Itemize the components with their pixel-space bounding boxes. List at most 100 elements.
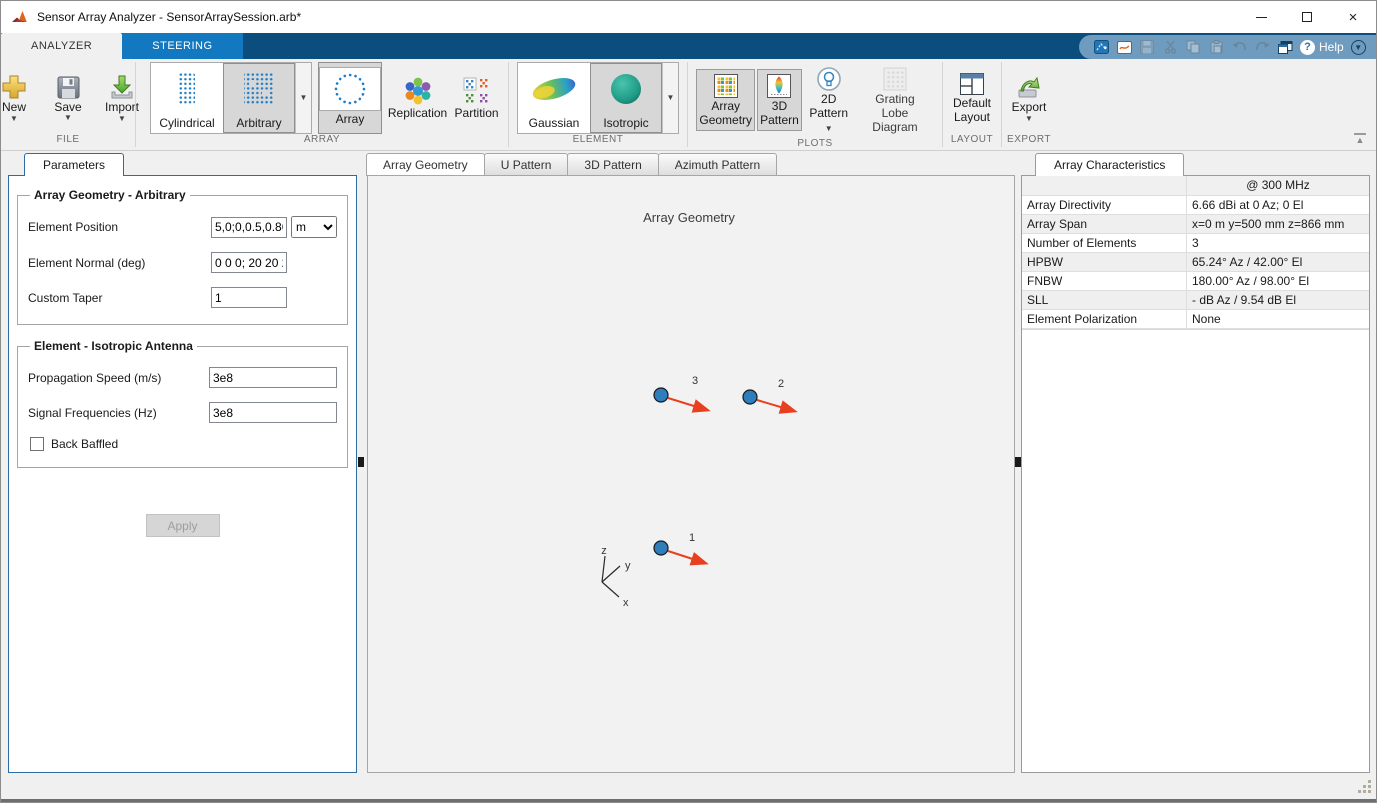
- plot-panel: Array Geometry U Pattern 3D Pattern Azim…: [366, 153, 1015, 773]
- tab-analyzer[interactable]: ANALYZER: [1, 33, 123, 59]
- help-button[interactable]: ? Help: [1300, 39, 1344, 55]
- pattern-3d-icon: [767, 73, 792, 98]
- array-geometry-group: Array Geometry - Arbitrary Element Posit…: [17, 188, 348, 325]
- save-button[interactable]: Save ▼: [46, 71, 90, 126]
- element-2-marker: [742, 389, 758, 405]
- grating-lobe-diagram-button[interactable]: Grating Lobe Diagram: [856, 62, 934, 138]
- main-content: Parameters Array Geometry - Arbitrary El…: [1, 151, 1376, 774]
- element-normal-label: Element Normal (deg): [28, 255, 146, 270]
- partition-icon: [463, 77, 487, 102]
- redo-icon[interactable]: [1254, 39, 1270, 55]
- propagation-speed-input[interactable]: [209, 367, 337, 388]
- apply-button[interactable]: Apply: [145, 514, 220, 537]
- new-button[interactable]: New ▼: [0, 70, 36, 126]
- plot-3d-pattern-button[interactable]: 3D Pattern: [757, 68, 802, 132]
- back-baffled-label: Back Baffled: [51, 437, 119, 451]
- arbitrary-array-icon: [223, 63, 295, 115]
- characteristics-header-row: @ 300 MHz: [1022, 176, 1369, 196]
- left-splitter[interactable]: [357, 153, 365, 773]
- element-position-input[interactable]: [211, 216, 287, 238]
- help-label: Help: [1319, 40, 1344, 54]
- plot-array-geometry-button[interactable]: Array Geometry: [696, 68, 756, 132]
- tab-3d-pattern[interactable]: 3D Pattern: [567, 153, 659, 176]
- back-baffled-checkbox[interactable]: [30, 437, 44, 451]
- element-gaussian[interactable]: Gaussian: [518, 63, 590, 133]
- element-position-unit-select[interactable]: m: [291, 216, 337, 238]
- paste-icon[interactable]: [1208, 39, 1224, 55]
- element-normal-input[interactable]: [211, 252, 287, 273]
- array-icon: [319, 67, 381, 111]
- figure-window-icon[interactable]: [1116, 39, 1132, 55]
- default-layout-icon: [960, 72, 984, 95]
- replication-icon: [405, 77, 430, 104]
- maximize-button[interactable]: [1284, 1, 1330, 33]
- pattern-2d-caret[interactable]: ▼: [825, 124, 833, 133]
- isotropic-element-icon: [590, 63, 662, 115]
- section-label-element: ELEMENT: [572, 134, 624, 145]
- close-button[interactable]: ×: [1330, 1, 1376, 33]
- array-geometry-plot-icon: [713, 73, 738, 98]
- ribbon-collapse-button[interactable]: ▲: [1354, 133, 1366, 145]
- tab-parameters[interactable]: Parameters: [24, 153, 125, 176]
- element-group: Element - Isotropic Antenna Propagation …: [17, 339, 348, 468]
- element-2-label: 2: [778, 378, 784, 390]
- import-icon: [111, 75, 133, 99]
- tab-azimuth-pattern[interactable]: Azimuth Pattern: [657, 153, 778, 176]
- cut-icon[interactable]: [1162, 39, 1178, 55]
- tab-steering[interactable]: STEERING: [122, 33, 243, 59]
- replication-button[interactable]: Replication: [388, 72, 447, 125]
- window-layout-icon[interactable]: [1277, 39, 1293, 55]
- element-isotropic[interactable]: Isotropic: [590, 63, 662, 133]
- table-row: FNBW 180.00° Az / 98.00° El: [1022, 272, 1369, 291]
- plot-tabbar: Array Geometry U Pattern 3D Pattern Azim…: [366, 153, 1015, 176]
- copy-icon[interactable]: [1185, 39, 1201, 55]
- section-layout: Default Layout LAYOUT: [943, 59, 1001, 150]
- parameters-panel: Parameters Array Geometry - Arbitrary El…: [8, 153, 357, 773]
- table-row: Number of Elements 3: [1022, 234, 1369, 253]
- element-position-label: Element Position: [28, 220, 119, 234]
- plot-title: Array Geometry: [643, 210, 735, 225]
- array-type-cylindrical[interactable]: Cylindrical: [151, 63, 223, 133]
- import-dropdown-caret[interactable]: ▼: [118, 114, 126, 122]
- resize-grip-icon[interactable]: [1358, 780, 1371, 793]
- table-row: Array Span x=0 m y=500 mm z=866 mm: [1022, 215, 1369, 234]
- default-layout-button[interactable]: Default Layout: [950, 68, 994, 129]
- array-geometry-canvas: Array Geometry 3 2 1 z y x: [601, 210, 798, 609]
- tab-array-geometry[interactable]: Array Geometry: [366, 153, 485, 176]
- matlab-desktop-icon[interactable]: [1093, 39, 1109, 55]
- quick-access-toolbar: ? Help ▼: [1079, 35, 1376, 59]
- array-type-arbitrary[interactable]: Arbitrary: [223, 63, 295, 133]
- section-file: New ▼ Save ▼ Import ▼ FILE: [0, 59, 139, 150]
- array-gallery-expand[interactable]: ▼: [295, 63, 311, 133]
- array-button[interactable]: Array: [318, 62, 382, 134]
- undo-icon[interactable]: [1231, 39, 1247, 55]
- ribbon-toolstrip: New ▼ Save ▼ Import ▼ FILE Cylindrical A…: [1, 59, 1376, 151]
- export-dropdown-caret[interactable]: ▼: [1025, 114, 1033, 122]
- tab-u-pattern[interactable]: U Pattern: [483, 153, 569, 176]
- array-geometry-plot[interactable]: Array Geometry 3 2 1 z y x: [367, 175, 1015, 773]
- axis-x-label: x: [623, 597, 629, 609]
- table-row: Element Polarization None: [1022, 310, 1369, 329]
- plot-2d-pattern-button[interactable]: 2D Pattern ▼: [804, 62, 854, 138]
- export-button[interactable]: Export ▼: [1007, 70, 1051, 126]
- tab-array-characteristics[interactable]: Array Characteristics: [1035, 153, 1185, 176]
- save-quick-icon[interactable]: [1139, 39, 1155, 55]
- signal-frequencies-label: Signal Frequencies (Hz): [28, 405, 157, 420]
- toolbar-menu-icon[interactable]: ▼: [1350, 39, 1366, 55]
- element-gallery-expand[interactable]: ▼: [662, 63, 678, 133]
- element-3-normal-arrow: [667, 397, 711, 413]
- save-dropdown-caret[interactable]: ▼: [64, 114, 72, 122]
- table-row: HPBW 65.24° Az / 42.00° El: [1022, 253, 1369, 272]
- export-icon: [1018, 76, 1040, 98]
- minimize-button[interactable]: [1238, 1, 1284, 33]
- array-type-gallery: Cylindrical Arbitrary ▼: [150, 62, 312, 134]
- custom-taper-input[interactable]: [211, 287, 287, 308]
- element-group-title: Element - Isotropic Antenna: [34, 339, 193, 353]
- partition-button[interactable]: Partition: [453, 72, 500, 125]
- signal-frequencies-input[interactable]: [209, 402, 337, 423]
- new-dropdown-caret[interactable]: ▼: [10, 114, 18, 122]
- section-label-array: ARRAY: [303, 134, 341, 145]
- table-row: SLL - dB Az / 9.54 dB El: [1022, 291, 1369, 310]
- section-export: Export ▼ EXPORT: [1002, 59, 1056, 150]
- element-2-normal-arrow: [756, 399, 798, 414]
